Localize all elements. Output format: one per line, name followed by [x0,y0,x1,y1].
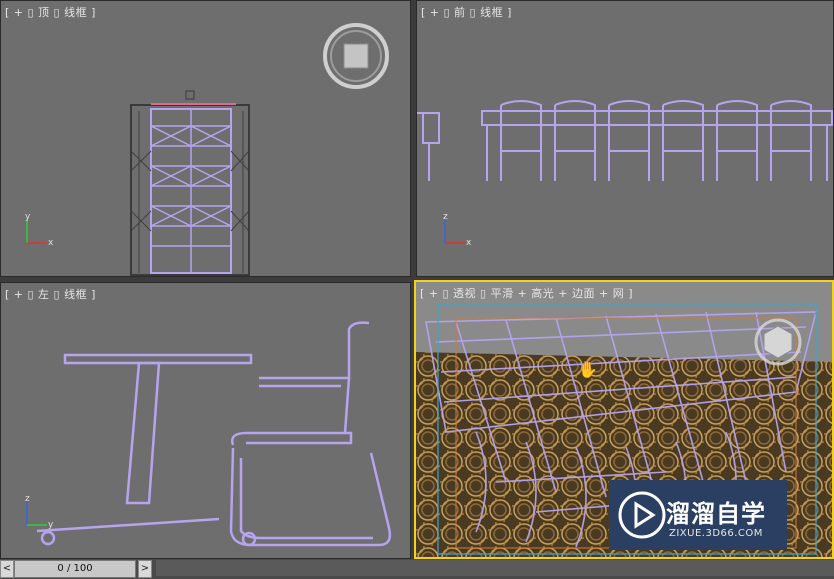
axis-z-label: z [25,495,30,504]
viewport-left[interactable]: [ + ▯ 左 ▯ 线框 ] z y [0,282,411,559]
time-slider-bar: < 0 / 100 > [0,559,834,579]
next-frame-button[interactable]: > [138,560,152,578]
axis-z-label: z [443,213,448,222]
axis-y-label: y [48,520,54,530]
brand-url: ZIXUE.3D66.COM [669,528,763,539]
viewport-top[interactable]: [ + ▯ 顶 ▯ 线框 ] y x [0,0,411,277]
hand-cursor-icon: ✋ [578,360,598,379]
axis-tripod: y x [25,213,54,248]
brand-watermark: 溜溜自学 ZIXUE.3D66.COM [609,480,787,550]
viewport-label[interactable]: [ + ▯ 左 ▯ 线框 ] [5,286,96,302]
brand-name: 溜溜自学 [666,500,766,528]
prev-frame-button[interactable]: < [0,560,14,578]
axis-tripod: z y [25,495,54,530]
viewport-front[interactable]: [ + ▯ 前 ▯ 线框 ] z x [416,0,834,277]
viewport-label[interactable]: [ + ▯ 顶 ▯ 线框 ] [5,4,96,20]
axis-x-label: x [466,238,472,248]
viewport-label[interactable]: [ + ▯ 前 ▯ 线框 ] [421,4,512,20]
play-logo-icon [618,491,666,539]
time-track[interactable] [156,560,834,576]
viewport-label[interactable]: [ + ▯ 透视 ▯ 平滑 + 高光 + 边面 + 网 ] [420,285,633,301]
time-slider-thumb[interactable]: 0 / 100 [14,560,136,578]
axis-tripod: z x [443,213,472,248]
axis-x-label: x [48,238,54,248]
axis-y-label: y [25,213,31,222]
